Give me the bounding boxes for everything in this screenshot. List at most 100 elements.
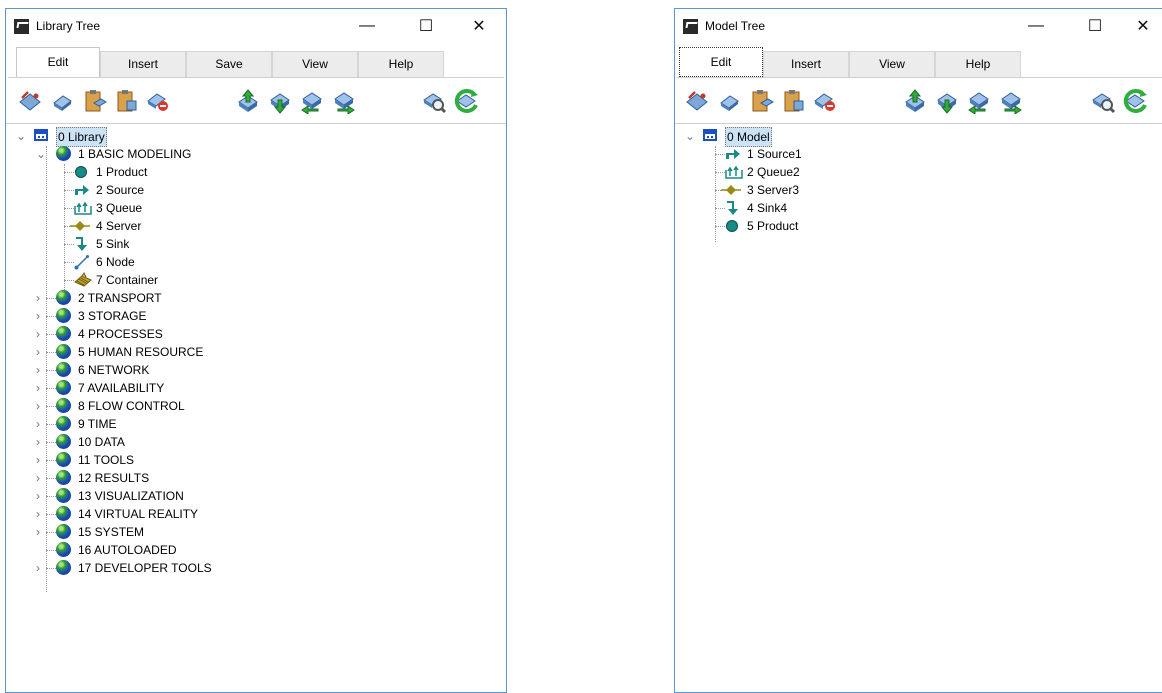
library-tree-window: Library Tree — ☐ ✕ Edit Insert Save View… xyxy=(5,8,507,693)
tree-guide-line xyxy=(715,226,725,227)
paste-special-icon[interactable] xyxy=(112,88,140,114)
tree-node-label: 1 BASIC MODELING xyxy=(78,147,192,161)
cut-icon[interactable] xyxy=(16,88,44,114)
delete-icon[interactable] xyxy=(811,88,839,114)
tree-node-label: 4 PROCESSES xyxy=(78,327,163,341)
close-button[interactable]: ✕ xyxy=(1120,9,1162,43)
library-tree-view[interactable]: ⌄ 0 Library ⌄ 1 BASIC MODELING 1 Product… xyxy=(6,123,506,692)
tree-guide-line xyxy=(46,442,56,443)
tree-node-label: 17 DEVELOPER TOOLS xyxy=(78,561,212,575)
delete-icon[interactable] xyxy=(144,88,172,114)
toolbar xyxy=(677,77,1162,124)
find-icon[interactable] xyxy=(1089,88,1117,114)
server-icon xyxy=(70,221,90,231)
title-bar[interactable]: Library Tree — ☐ ✕ xyxy=(6,9,506,43)
minimize-button[interactable]: — xyxy=(1013,9,1059,43)
tree-node-label: 10 DATA xyxy=(78,435,125,449)
globe-icon xyxy=(56,560,71,575)
paste-icon[interactable] xyxy=(747,88,775,114)
tab-view[interactable]: View xyxy=(272,51,358,77)
tree-guide-line xyxy=(46,550,56,551)
expand-chevron-icon[interactable]: › xyxy=(36,415,46,433)
move-down-icon[interactable] xyxy=(266,88,294,114)
tab-help[interactable]: Help xyxy=(358,51,444,77)
expand-chevron-icon[interactable]: › xyxy=(36,343,46,361)
refresh-icon[interactable] xyxy=(1121,88,1149,114)
tree-guide-line xyxy=(46,316,56,317)
tree-node-label: 3 Queue xyxy=(96,201,143,215)
move-out-icon[interactable] xyxy=(330,88,358,114)
tree-node-label: 13 VISUALIZATION xyxy=(78,489,184,503)
expand-chevron-icon[interactable]: › xyxy=(36,361,46,379)
tab-view[interactable]: View xyxy=(849,51,935,77)
cut-icon[interactable] xyxy=(683,88,711,114)
expand-chevron-icon[interactable]: › xyxy=(36,451,46,469)
collapse-chevron-icon[interactable]: ⌄ xyxy=(16,127,26,145)
copy-icon[interactable] xyxy=(48,88,76,114)
tree-node-label: 8 FLOW CONTROL xyxy=(78,399,185,413)
tab-save[interactable]: Save xyxy=(186,51,272,77)
expand-chevron-icon[interactable]: › xyxy=(36,559,46,577)
tab-insert[interactable]: Insert xyxy=(100,51,186,77)
model-tree-view[interactable]: ⌄ 0 Model 1 Source1 2 Queue2 3 Server3 4… xyxy=(675,123,1162,692)
tree-guide-line xyxy=(46,352,56,353)
move-in-icon[interactable] xyxy=(298,88,326,114)
tree-node-label: 4 Server xyxy=(96,219,142,233)
find-icon[interactable] xyxy=(420,88,448,114)
tree-guide-line xyxy=(64,280,74,281)
sink-icon xyxy=(76,237,87,251)
close-button[interactable]: ✕ xyxy=(456,9,502,43)
expand-chevron-icon[interactable]: › xyxy=(36,307,46,325)
window-title: Model Tree xyxy=(705,19,766,33)
tree-guide-line xyxy=(46,568,56,569)
move-in-icon[interactable] xyxy=(965,88,993,114)
expand-chevron-icon[interactable]: › xyxy=(36,433,46,451)
title-bar[interactable]: Model Tree — ☐ ✕ xyxy=(675,9,1162,43)
paste-special-icon[interactable] xyxy=(779,88,807,114)
maximize-button[interactable]: ☐ xyxy=(403,9,449,43)
expand-chevron-icon[interactable]: › xyxy=(36,397,46,415)
maximize-button[interactable]: ☐ xyxy=(1072,9,1118,43)
tree-node-label: 12 RESULTS xyxy=(78,471,150,485)
tree-guide-line xyxy=(715,208,725,209)
expand-chevron-icon[interactable]: › xyxy=(36,469,46,487)
refresh-icon[interactable] xyxy=(452,88,480,114)
tree-node-label: 1 Product xyxy=(96,165,148,179)
queue-icon xyxy=(725,165,743,179)
expand-chevron-icon[interactable]: › xyxy=(36,505,46,523)
tab-edit[interactable]: Edit xyxy=(679,47,763,77)
globe-icon xyxy=(56,290,71,305)
tree-guide-line xyxy=(64,262,74,263)
globe-icon xyxy=(56,452,71,467)
expand-chevron-icon[interactable]: › xyxy=(36,379,46,397)
minimize-button[interactable]: — xyxy=(344,9,390,43)
expand-chevron-icon[interactable]: › xyxy=(36,289,46,307)
source-icon xyxy=(726,149,740,159)
toolbar xyxy=(8,77,504,124)
tree-node-label: 2 TRANSPORT xyxy=(78,291,162,305)
globe-icon xyxy=(56,416,71,431)
tree-node-label: 5 HUMAN RESOURCE xyxy=(78,345,204,359)
globe-icon xyxy=(56,524,71,539)
move-down-icon[interactable] xyxy=(933,88,961,114)
collapse-chevron-icon[interactable]: ⌄ xyxy=(685,127,695,145)
tree-node-label: 3 STORAGE xyxy=(78,309,147,323)
expand-chevron-icon[interactable]: › xyxy=(36,325,46,343)
expand-chevron-icon[interactable]: › xyxy=(36,487,46,505)
move-out-icon[interactable] xyxy=(997,88,1025,114)
copy-icon[interactable] xyxy=(715,88,743,114)
tab-insert[interactable]: Insert xyxy=(763,51,849,77)
tab-help[interactable]: Help xyxy=(935,51,1021,77)
node-icon xyxy=(74,255,89,270)
move-up-icon[interactable] xyxy=(901,88,929,114)
paste-icon[interactable] xyxy=(80,88,108,114)
globe-icon xyxy=(56,362,71,377)
tree-node-label: 2 Source xyxy=(96,183,145,197)
tree-guide-line xyxy=(64,164,65,296)
tab-edit[interactable]: Edit xyxy=(16,47,100,77)
globe-icon xyxy=(56,344,71,359)
expand-chevron-icon[interactable]: › xyxy=(36,523,46,541)
move-up-icon[interactable] xyxy=(234,88,262,114)
collapse-chevron-icon[interactable]: ⌄ xyxy=(36,145,46,163)
tree-guide-line xyxy=(64,190,74,191)
